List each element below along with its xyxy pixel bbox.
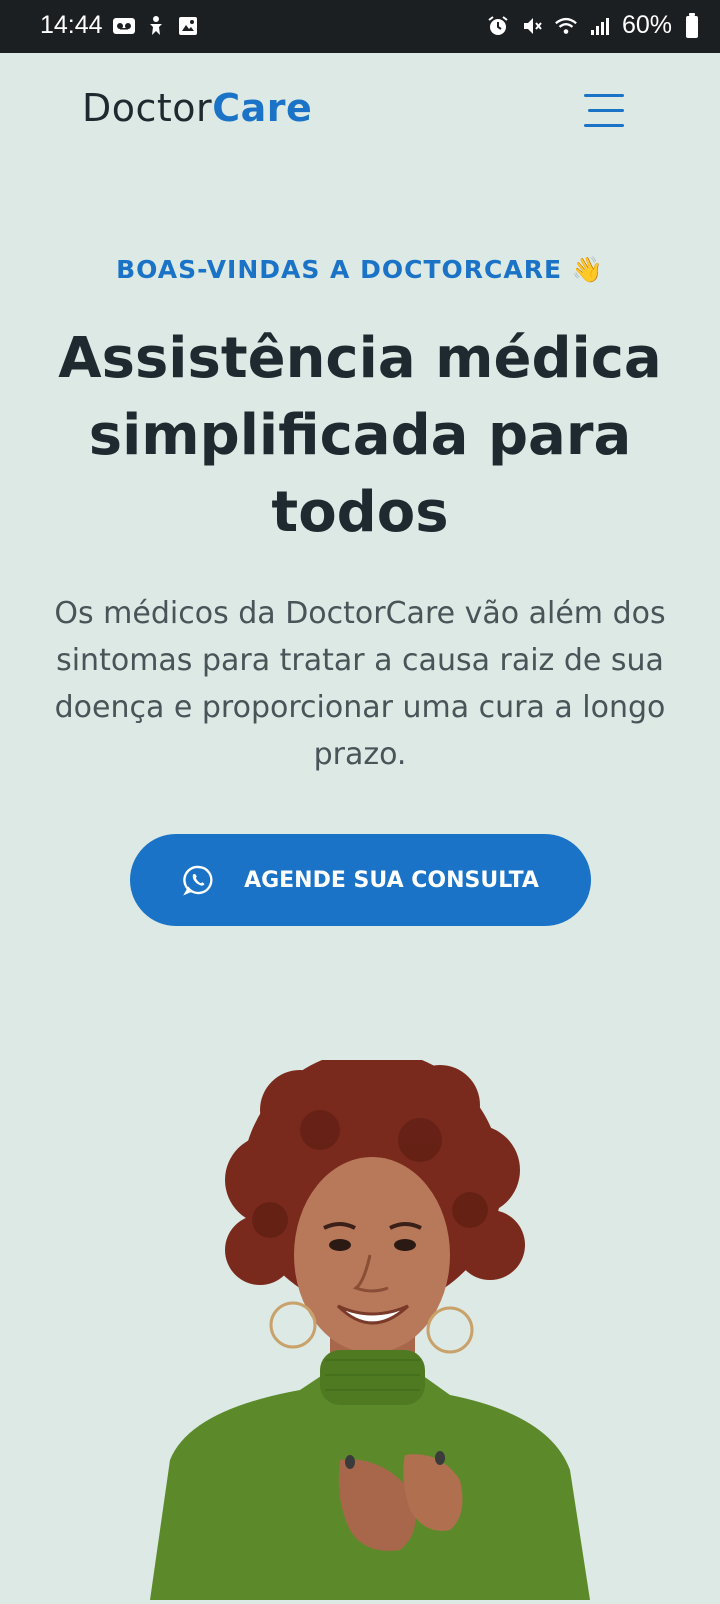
wifi-icon [554, 14, 578, 38]
logo-text: Doctor [82, 86, 213, 130]
site-logo[interactable]: DoctorCare [82, 86, 312, 130]
whatsapp-icon [182, 864, 214, 896]
logo-accent-text: Care [212, 86, 313, 130]
status-right-icons: 60% [486, 11, 686, 40]
battery-percent: 60% [621, 11, 672, 39]
hero-eyebrow: BOAS-VINDAS A DOCTORCARE 👋 [116, 255, 604, 284]
battery-icon [686, 13, 698, 38]
status-left-icons [112, 14, 200, 38]
alarm-icon [486, 14, 510, 38]
cta-label: AGENDE SUA CONSULTA [244, 867, 539, 893]
signal-icon [588, 14, 612, 38]
status-bar: 14:44 60% [0, 0, 720, 53]
hamburger-menu-icon[interactable] [582, 94, 624, 130]
hero-description: Os médicos da DoctorCare vão além dos si… [54, 596, 666, 772]
status-time: 14:44 [40, 11, 103, 39]
accessibility-icon [144, 14, 168, 38]
hero-photo [150, 1045, 590, 1600]
mute-icon [520, 14, 544, 38]
hero-title: Assistência médica simplificada para tod… [58, 326, 662, 545]
image-icon [176, 14, 200, 38]
voicemail-icon [112, 14, 136, 38]
schedule-appointment-button[interactable]: AGENDE SUA CONSULTA [130, 834, 591, 926]
